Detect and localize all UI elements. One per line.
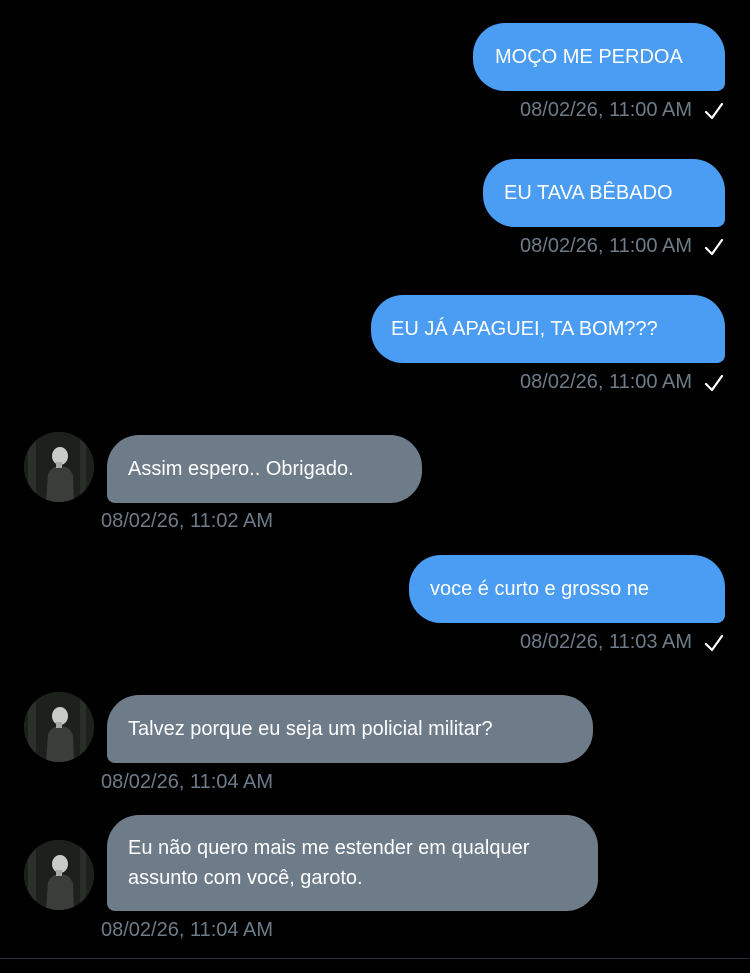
message-bubble-received[interactable]: Talvez porque eu seja um policial milita… [107, 695, 593, 763]
message-meta: 08/02/26, 11:00 AM [520, 371, 724, 394]
message-text: EU TAVA BÊBADO [504, 182, 673, 204]
avatar[interactable] [24, 840, 94, 910]
message-timestamp: 08/02/26, 11:02 AM [101, 510, 273, 532]
message-text: MOÇO ME PERDOA [495, 46, 683, 68]
message-timestamp: 08/02/26, 11:00 AM [520, 99, 692, 121]
message-bubble-sent[interactable]: EU JÁ APAGUEI, TA BOM??? [371, 295, 725, 363]
message-bubble-received[interactable]: Eu não quero mais me estender em qualque… [107, 815, 598, 911]
message-timestamp: 08/02/26, 11:04 AM [101, 919, 273, 941]
message-meta: 08/02/26, 11:02 AM [101, 510, 273, 533]
message-text: Eu não quero mais me estender em qualque… [128, 837, 530, 889]
avatar-photo [24, 840, 94, 910]
message-timestamp: 08/02/26, 11:00 AM [520, 235, 692, 257]
avatar[interactable] [24, 692, 94, 762]
avatar-photo [24, 432, 94, 502]
message-text: EU JÁ APAGUEI, TA BOM??? [391, 318, 658, 340]
message-bubble-sent[interactable]: MOÇO ME PERDOA [473, 23, 725, 91]
bottom-divider [0, 958, 750, 959]
message-bubble-received[interactable]: Assim espero.. Obrigado. [107, 435, 422, 503]
check-icon [704, 374, 724, 391]
message-meta: 08/02/26, 11:04 AM [101, 771, 273, 794]
avatar-photo [24, 692, 94, 762]
message-meta: 08/02/26, 11:04 AM [101, 919, 273, 942]
message-timestamp: 08/02/26, 11:03 AM [520, 631, 692, 653]
check-icon [704, 102, 724, 119]
message-bubble-sent[interactable]: voce é curto e grosso ne [409, 555, 725, 623]
conversation-thread[interactable]: MOÇO ME PERDOA 08/02/26, 11:00 AM EU TAV… [0, 0, 750, 973]
message-meta: 08/02/26, 11:00 AM [520, 99, 724, 122]
message-meta: 08/02/26, 11:03 AM [520, 631, 724, 654]
message-timestamp: 08/02/26, 11:00 AM [520, 371, 692, 393]
message-text: voce é curto e grosso ne [430, 578, 650, 600]
avatar[interactable] [24, 432, 94, 502]
message-bubble-sent[interactable]: EU TAVA BÊBADO [483, 159, 725, 227]
message-meta: 08/02/26, 11:00 AM [520, 235, 724, 258]
message-text: Talvez porque eu seja um policial milita… [128, 718, 493, 740]
check-icon [704, 634, 724, 651]
message-text: Assim espero.. Obrigado. [128, 458, 354, 480]
message-timestamp: 08/02/26, 11:04 AM [101, 771, 273, 793]
check-icon [704, 238, 724, 255]
